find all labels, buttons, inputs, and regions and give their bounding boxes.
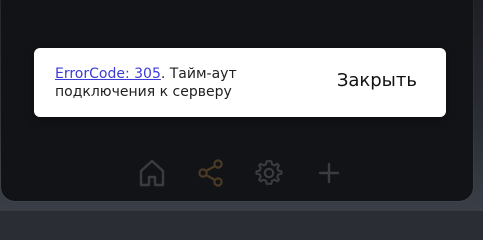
bottom-toolbar [1,155,473,195]
app-panel: ErrorCode: 305. Тайм-аут подключения к с… [1,0,473,201]
background: ErrorCode: 305. Тайм-аут подключения к с… [0,0,483,211]
close-button[interactable]: Закрыть [337,70,417,92]
error-code-link[interactable]: ErrorCode: 305 [55,66,161,82]
error-toast: ErrorCode: 305. Тайм-аут подключения к с… [34,48,446,117]
settings-icon[interactable] [254,155,284,191]
toast-message: ErrorCode: 305. Тайм-аут подключения к с… [55,65,285,101]
home-icon[interactable] [137,155,167,191]
share-icon[interactable] [196,155,226,191]
plus-icon[interactable] [314,155,344,191]
